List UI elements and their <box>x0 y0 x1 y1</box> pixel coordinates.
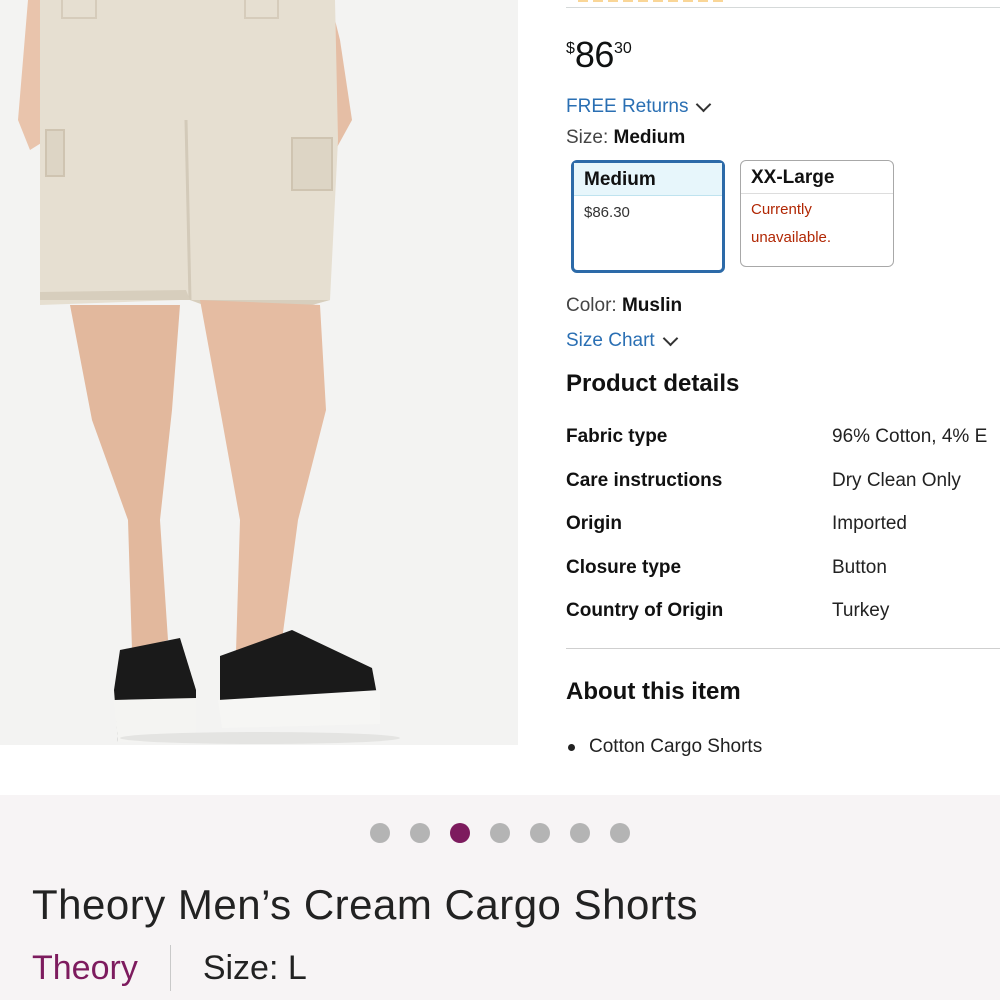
price-currency: $ <box>566 40 575 57</box>
carousel-dot-1[interactable] <box>370 823 390 843</box>
size-selection: Size: Medium <box>566 127 685 149</box>
listing-size: Size: L <box>202 948 307 987</box>
size-option-status-line2: unavailable. <box>751 229 832 246</box>
listing-title: Theory Men’s Cream Cargo Shorts <box>32 881 698 928</box>
size-label: Size: <box>566 127 609 148</box>
product-details-table: Fabric type 96% Cotton, 4% E Care instru… <box>566 423 1000 641</box>
price-whole: 86 <box>574 34 615 75</box>
details-value: Button <box>832 556 887 578</box>
size-option-status: Currently unavailable. <box>741 194 893 252</box>
size-chart-label: Size Chart <box>566 330 655 351</box>
meta-divider <box>169 945 171 991</box>
carousel-dot-3-active[interactable] <box>450 823 470 843</box>
details-row: Care instructions Dry Clean Only <box>566 467 1000 511</box>
details-key: Fabric type <box>566 426 668 447</box>
color-value: Muslin <box>621 295 683 316</box>
details-key: Origin <box>566 513 622 534</box>
listing-meta: Theory Size: L <box>32 945 307 991</box>
carousel-pagination <box>0 823 1000 843</box>
listing-photo[interactable]: $ 86 30 FREE Returns Size: Medium Medium… <box>0 0 1000 795</box>
product-details-heading: Product details <box>566 370 740 397</box>
details-value: Imported <box>832 513 907 534</box>
size-option-status-line1: Currently <box>751 201 812 218</box>
color-label: Color: <box>566 295 617 316</box>
details-row: Origin Imported <box>566 510 1000 554</box>
chevron-down-icon <box>696 96 712 113</box>
details-value: Turkey <box>832 600 890 621</box>
size-option-name: Medium <box>574 163 722 196</box>
size-chart-link: Size Chart <box>566 330 678 352</box>
details-key: Care instructions <box>566 469 723 491</box>
details-value: 96% Cotton, 4% E <box>832 426 988 447</box>
size-option-name: XX-Large <box>741 161 893 194</box>
about-bullet-text: Cotton Cargo Shorts <box>589 736 763 757</box>
details-row: Closure type Button <box>566 554 1000 598</box>
price-fraction: 30 <box>613 40 632 57</box>
details-value: Dry Clean Only <box>832 469 961 491</box>
divider <box>566 648 1000 649</box>
rating-stars <box>578 0 728 2</box>
brand-link[interactable]: Theory <box>32 949 138 988</box>
model-photo <box>0 0 518 745</box>
carousel-dot-4[interactable] <box>490 823 510 843</box>
free-returns-label: FREE Returns <box>566 96 689 117</box>
carousel-dot-5[interactable] <box>530 823 550 843</box>
color-selection: Color: Muslin <box>566 295 682 317</box>
rating-divider <box>566 0 1000 8</box>
size-option-medium: Medium $86.30 <box>571 160 725 273</box>
details-row: Fabric type 96% Cotton, 4% E <box>566 423 1000 467</box>
about-heading: About this item <box>566 678 741 705</box>
details-key: Country of Origin <box>566 600 724 621</box>
bullet-dot <box>568 743 575 751</box>
carousel-dot-6[interactable] <box>570 823 590 843</box>
free-returns-link: FREE Returns <box>566 96 712 118</box>
chevron-down-icon <box>662 330 678 347</box>
size-option-xx-large: XX-Large Currently unavailable. <box>740 160 894 267</box>
size-value: Medium <box>613 127 686 148</box>
carousel-dot-2[interactable] <box>410 823 430 843</box>
details-key: Closure type <box>566 556 682 578</box>
about-bullet: Cotton Cargo Shorts <box>568 736 762 758</box>
details-row: Country of Origin Turkey <box>566 597 1000 641</box>
listing-info-card: Theory Men’s Cream Cargo Shorts Theory S… <box>0 795 1000 1000</box>
carousel-dot-7[interactable] <box>610 823 630 843</box>
product-price: $ 86 30 <box>566 36 632 74</box>
size-option-price: $86.30 <box>584 204 630 221</box>
